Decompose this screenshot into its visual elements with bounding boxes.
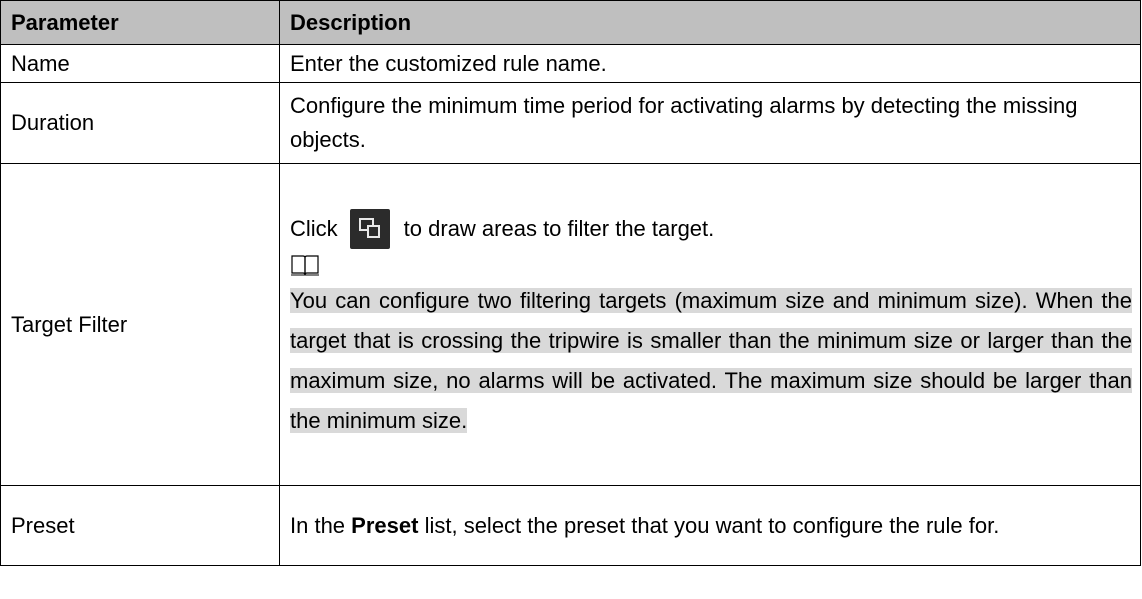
- table-header-row: Parameter Description: [0, 0, 1141, 45]
- click-suffix: to draw areas to filter the target.: [403, 215, 715, 241]
- note-highlight: You can configure two filtering targets …: [290, 287, 1132, 433]
- parameter-name: Name: [0, 44, 280, 83]
- preset-suffix: list, select the preset that you want to…: [424, 512, 1000, 538]
- description-cell: In the Preset list, select the preset th…: [279, 485, 1141, 566]
- header-description: Description: [279, 0, 1141, 45]
- description-text: Configure the minimum time period for ac…: [279, 82, 1141, 164]
- table-row: Preset In the Preset list, select the pr…: [0, 485, 1141, 566]
- parameter-table: Parameter Description Name Enter the cus…: [0, 0, 1141, 566]
- table-row: Name Enter the customized rule name.: [0, 44, 1141, 83]
- draw-area-icon[interactable]: [349, 208, 390, 249]
- description-text: Enter the customized rule name.: [279, 44, 1141, 83]
- book-note-icon: [291, 254, 319, 275]
- description-cell: Click to draw areas to filter the target…: [279, 163, 1141, 486]
- parameter-name: Target Filter: [0, 163, 280, 486]
- header-parameter: Parameter: [0, 0, 280, 45]
- draw-area-glyph: [358, 217, 380, 238]
- click-prefix: Click: [290, 215, 338, 241]
- click-instruction: Click to draw areas to filter the target…: [290, 208, 1132, 249]
- parameter-name: Preset: [0, 485, 280, 566]
- preset-bold-term: Preset: [351, 512, 419, 538]
- parameter-name: Duration: [0, 82, 280, 164]
- preset-prefix: In the: [290, 512, 346, 538]
- table-row: Duration Configure the minimum time peri…: [0, 82, 1141, 164]
- note-text: You can configure two filtering targets …: [290, 281, 1132, 441]
- table-row: Target Filter Click to draw areas to fil…: [0, 163, 1141, 486]
